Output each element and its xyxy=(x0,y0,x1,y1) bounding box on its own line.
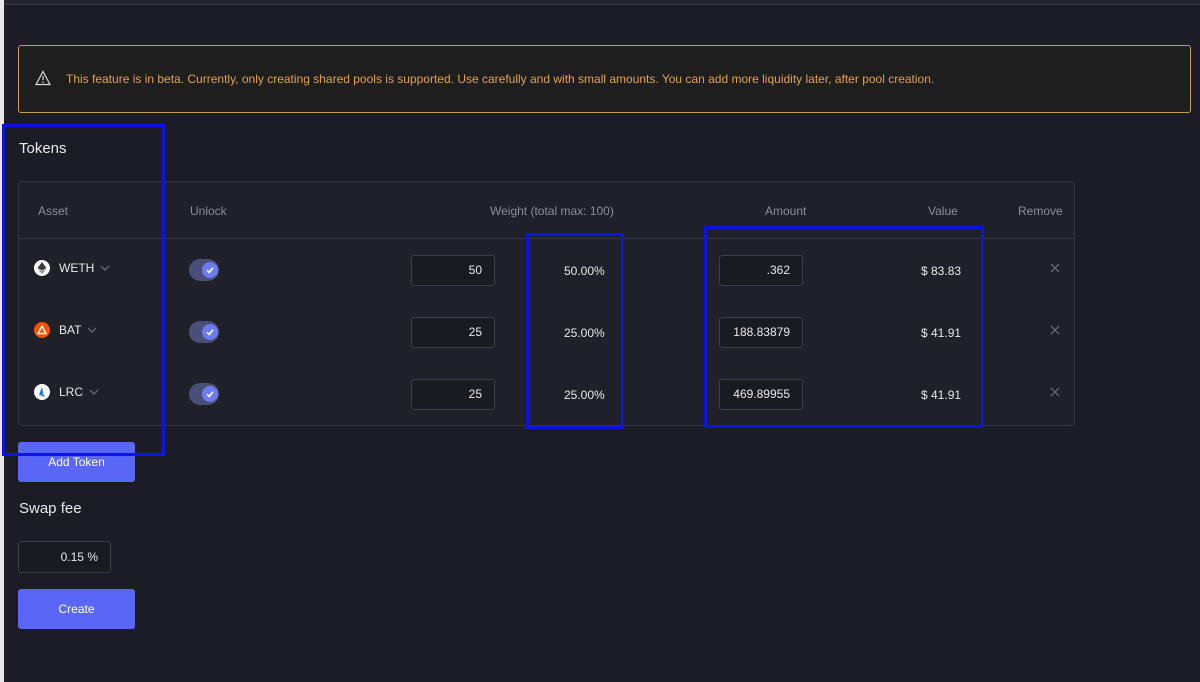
column-remove: Remove xyxy=(1018,204,1063,218)
weight-input[interactable]: 25 xyxy=(411,379,495,410)
left-edge xyxy=(0,0,4,682)
token-value: $ 83.83 xyxy=(921,264,962,278)
amount-input[interactable]: 188.83879 xyxy=(719,317,803,348)
bat-icon xyxy=(34,322,50,338)
asset-symbol: LRC xyxy=(59,385,84,399)
asset-selector-weth[interactable]: WETH xyxy=(34,260,110,276)
unlock-toggle[interactable] xyxy=(189,383,219,405)
amount-input[interactable]: .362 xyxy=(719,255,803,286)
token-row: LRC 25 25.00% 469.89955 $ 41.91 xyxy=(19,364,1074,426)
add-token-button[interactable]: Add Token xyxy=(18,442,135,482)
tokens-title: Tokens xyxy=(19,140,67,157)
asset-symbol: WETH xyxy=(59,261,95,275)
weight-percent: 25.00% xyxy=(564,326,605,340)
swap-fee-title: Swap fee xyxy=(19,500,82,517)
top-bar xyxy=(0,0,1200,5)
chevron-down-icon xyxy=(87,325,97,335)
check-icon xyxy=(202,386,218,402)
weight-input[interactable]: 25 xyxy=(411,317,495,348)
weight-percent: 50.00% xyxy=(564,264,605,278)
banner-text: This feature is in beta. Currently, only… xyxy=(66,72,935,86)
asset-selector-bat[interactable]: BAT xyxy=(34,322,97,338)
weight-input[interactable]: 50 xyxy=(411,255,495,286)
token-value: $ 41.91 xyxy=(921,326,962,340)
column-unlock: Unlock xyxy=(190,204,227,218)
eth-icon xyxy=(34,260,50,276)
chevron-down-icon xyxy=(100,263,110,273)
table-header: Asset Unlock Weight (total max: 100) Amo… xyxy=(19,182,1074,239)
beta-warning-banner: This feature is in beta. Currently, only… xyxy=(18,45,1191,113)
token-row: WETH 50 50.00% .362 $ 83.83 xyxy=(19,240,1074,302)
swap-fee-input[interactable]: 0.15 % xyxy=(18,541,111,573)
token-value: $ 41.91 xyxy=(921,388,962,402)
asset-symbol: BAT xyxy=(59,323,82,337)
token-row: BAT 25 25.00% 188.83879 $ 41.91 xyxy=(19,302,1074,364)
create-button[interactable]: Create xyxy=(18,589,135,629)
amount-input[interactable]: 469.89955 xyxy=(719,379,803,410)
warning-triangle-icon xyxy=(35,70,53,88)
check-icon xyxy=(202,262,218,278)
tokens-table: Asset Unlock Weight (total max: 100) Amo… xyxy=(18,181,1075,426)
check-icon xyxy=(202,324,218,340)
swap-fee-unit: % xyxy=(87,550,98,564)
lrc-icon xyxy=(34,384,50,400)
weight-percent: 25.00% xyxy=(564,388,605,402)
swap-fee-value: 0.15 xyxy=(60,550,84,564)
unlock-toggle[interactable] xyxy=(189,321,219,343)
chevron-down-icon xyxy=(89,387,99,397)
column-amount: Amount xyxy=(765,204,807,218)
unlock-toggle[interactable] xyxy=(189,259,219,281)
remove-icon[interactable] xyxy=(1048,323,1062,337)
asset-selector-lrc[interactable]: LRC xyxy=(34,384,99,400)
remove-icon[interactable] xyxy=(1048,261,1062,275)
remove-icon[interactable] xyxy=(1048,385,1062,399)
column-weight: Weight (total max: 100) xyxy=(490,204,614,218)
column-value: Value xyxy=(928,204,958,218)
column-asset: Asset xyxy=(38,204,69,218)
